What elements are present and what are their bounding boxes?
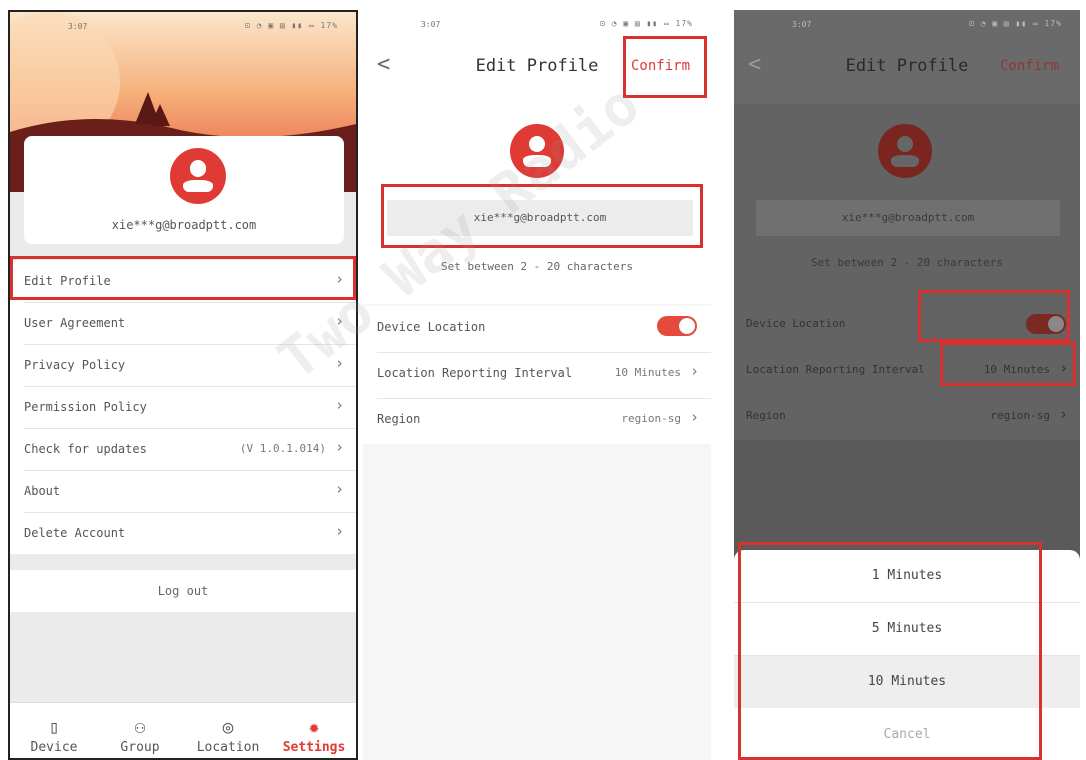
divider <box>377 398 711 399</box>
interval-picker-screen: 3:07 ⊡ ◔ ▣ ▤ ▮▮ ▭ 17% < Edit Profile Con… <box>734 10 1080 760</box>
edit-profile-screen: 3:07 ⊡ ◔ ▣ ▤ ▮▮ ▭ 17% < Edit Profile Con… <box>363 10 711 760</box>
region-value: region-sg <box>621 412 681 425</box>
interval-label: Location Reporting Interval <box>746 363 925 376</box>
interval-value: 10 Minutes <box>614 366 681 379</box>
divider <box>24 386 356 387</box>
status-icons: ⊡ ◔ ▣ ▤ ▮▮ ▭ 17% <box>968 19 1062 28</box>
chevron-right-icon: › <box>689 408 699 426</box>
chevron-right-icon: › <box>334 522 344 540</box>
divider <box>24 470 356 471</box>
status-icons: ⊡ ◔ ▣ ▤ ▮▮ ▭ 17% <box>244 21 338 30</box>
menu-item-user-agreement[interactable]: User Agreement › <box>10 302 356 344</box>
divider <box>24 512 356 513</box>
highlight-frame <box>623 36 707 98</box>
menu-item-label: Privacy Policy <box>24 358 126 372</box>
divider <box>377 352 711 353</box>
device-location-toggle[interactable] <box>657 316 697 336</box>
menu-item-permission-policy[interactable]: Permission Policy › <box>10 386 356 428</box>
profile-card: xie***g@broadptt.com <box>24 136 344 244</box>
interval-label: Location Reporting Interval <box>377 366 573 380</box>
region-row[interactable]: Region region-sg › <box>363 398 711 444</box>
region-value: region-sg <box>990 409 1050 422</box>
highlight-frame <box>381 184 703 248</box>
avatar-icon <box>170 148 226 204</box>
device-location-label: Device Location <box>746 317 846 330</box>
settings-screen: 3:07 ⊡ ◔ ▣ ▤ ▮▮ ▭ 17% xie***g@broadptt.c… <box>8 10 358 760</box>
menu-item-label: Delete Account <box>24 526 126 540</box>
chevron-right-icon: › <box>334 312 344 330</box>
menu-item-label: Check for updates <box>24 442 147 456</box>
location-interval-row[interactable]: Location Reporting Interval 10 Minutes › <box>363 352 711 398</box>
chevron-right-icon: › <box>689 362 699 380</box>
chevron-right-icon: › <box>334 354 344 372</box>
tab-label: Location <box>196 740 260 755</box>
highlight-frame <box>918 290 1070 342</box>
region-row[interactable]: Region region-sg › <box>734 394 1080 440</box>
logout-button[interactable]: Log out <box>10 570 356 612</box>
highlight-frame <box>738 542 1042 760</box>
avatar-icon[interactable] <box>510 124 564 178</box>
location-pin-icon: ◎ <box>222 717 234 738</box>
tab-label: Group <box>120 740 160 755</box>
menu-item-label: About <box>24 484 61 498</box>
region-label: Region <box>377 412 421 426</box>
status-icons: ⊡ ◔ ▣ ▤ ▮▮ ▭ 17% <box>599 19 693 28</box>
profile-email: xie***g@broadptt.com <box>111 218 257 232</box>
app-version: (V 1.0.1.014) <box>239 442 326 455</box>
status-time: 3:07 <box>421 20 441 29</box>
divider <box>24 302 356 303</box>
divider <box>24 428 356 429</box>
region-label: Region <box>746 409 786 422</box>
menu-item-check-updates[interactable]: Check for updates (V 1.0.1.014) › <box>10 428 356 470</box>
menu-item-privacy-policy[interactable]: Privacy Policy › <box>10 344 356 386</box>
avatar-icon[interactable] <box>878 124 932 178</box>
name-length-hint: Set between 2 - 20 characters <box>810 256 1004 269</box>
menu-item-label: Permission Policy <box>24 400 147 414</box>
name-length-hint: Set between 2 - 20 characters <box>440 260 634 273</box>
status-bar: 3:07 ⊡ ◔ ▣ ▤ ▮▮ ▭ 17% <box>734 10 1080 36</box>
walkie-talkie-icon: ▯ <box>48 717 60 738</box>
menu-item-delete-account[interactable]: Delete Account › <box>10 512 356 554</box>
status-bar: 3:07 ⊡ ◔ ▣ ▤ ▮▮ ▭ 17% <box>10 12 356 38</box>
tab-location[interactable]: ◎ Location <box>188 716 268 755</box>
menu-item-about[interactable]: About › <box>10 470 356 512</box>
status-time: 3:07 <box>68 22 88 31</box>
divider <box>24 344 356 345</box>
chevron-right-icon: › <box>334 396 344 414</box>
chevron-right-icon: › <box>1058 405 1068 423</box>
chevron-right-icon: › <box>334 480 344 498</box>
status-time: 3:07 <box>792 20 812 29</box>
tab-device[interactable]: ▯ Device <box>14 716 94 755</box>
tab-settings[interactable]: ✹ Settings <box>274 716 354 755</box>
tab-label: Settings <box>282 740 346 755</box>
tab-group[interactable]: ⚇ Group <box>100 716 180 755</box>
device-location-label: Device Location <box>377 320 486 334</box>
tab-label: Device <box>30 740 78 755</box>
highlight-frame <box>940 342 1076 386</box>
chevron-right-icon: › <box>334 438 344 456</box>
status-bar: 3:07 ⊡ ◔ ▣ ▤ ▮▮ ▭ 17% <box>363 10 711 36</box>
email-field[interactable]: xie***g@broadptt.com <box>756 200 1060 236</box>
group-icon: ⚇ <box>134 717 146 738</box>
highlight-frame <box>10 256 356 300</box>
menu-item-label: User Agreement <box>24 316 126 330</box>
confirm-button[interactable]: Confirm <box>1000 58 1059 74</box>
gear-icon: ✹ <box>308 717 320 738</box>
